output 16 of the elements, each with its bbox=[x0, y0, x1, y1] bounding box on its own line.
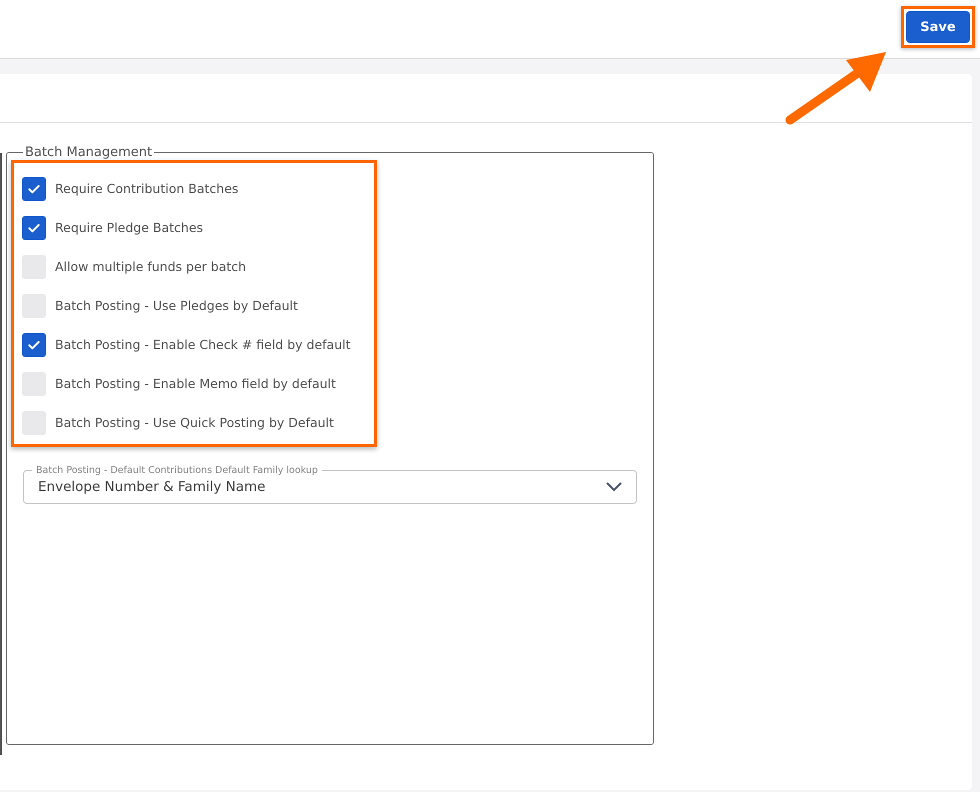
checkbox-label: Batch Posting - Use Quick Posting by Default bbox=[55, 415, 334, 430]
field-label: Batch Posting - Default Contributions Default Family lookup bbox=[35, 465, 319, 476]
fieldset-legend: Batch Management bbox=[23, 145, 154, 160]
save-button[interactable]: Save bbox=[906, 11, 970, 43]
checkbox[interactable] bbox=[22, 216, 46, 240]
checkbox-label: Allow multiple funds per batch bbox=[55, 259, 246, 274]
checkbox-label: Batch Posting - Enable Check # field by default bbox=[55, 337, 351, 352]
checkbox[interactable] bbox=[22, 176, 46, 200]
checkbox[interactable] bbox=[22, 332, 46, 356]
checkbox-label: Batch Posting - Enable Memo field by default bbox=[55, 376, 336, 391]
chevron-down-icon bbox=[606, 482, 622, 492]
checkbox-label: Require Pledge Batches bbox=[55, 220, 204, 235]
checkbox-label: Require Contribution Batches bbox=[55, 181, 238, 196]
select-field[interactable]: Batch Posting - Default Contributions Default Family lookup Envelope Number & Family Name bbox=[23, 465, 637, 504]
checkbox-label: Batch Posting - Use Pledges by Default bbox=[55, 298, 298, 313]
select-value: Envelope Number & Family Name bbox=[38, 479, 266, 495]
